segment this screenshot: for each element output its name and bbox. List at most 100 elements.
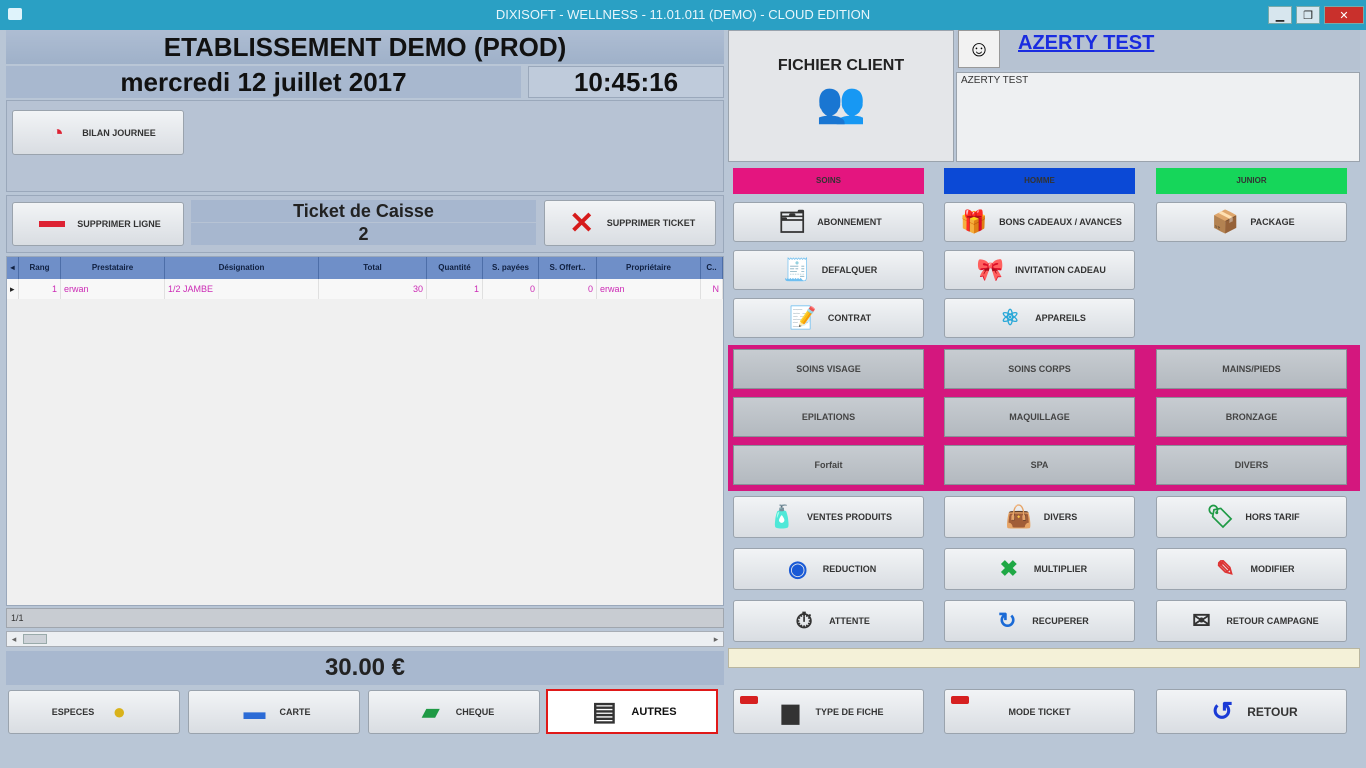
scroll-right-icon[interactable]: ▸	[709, 632, 723, 646]
grid-col-c[interactable]: C..	[701, 257, 723, 279]
hors-tarif-button[interactable]: 🏷 HORS TARIF	[1156, 496, 1347, 538]
coins-icon: ●	[112, 699, 126, 724]
ticket-grid[interactable]: ◂ Rang Prestataire Désignation Total Qua…	[6, 256, 724, 606]
payment-especes-button[interactable]: ESPECES ●	[8, 690, 180, 734]
grid-col-payees[interactable]: S. payées	[483, 257, 539, 279]
scroll-left-icon[interactable]: ◂	[7, 632, 21, 646]
grid-col-total[interactable]: Total	[319, 257, 427, 279]
mains-pieds-label: MAINS/PIEDS	[1222, 364, 1281, 374]
recuperer-button[interactable]: ↻ RECUPERER	[944, 600, 1135, 642]
close-icon[interactable]: ✕	[1324, 6, 1364, 24]
contrat-button[interactable]: 📝 CONTRAT	[733, 298, 924, 338]
products-icon: 🧴	[768, 504, 796, 529]
forfait-label: Forfait	[814, 460, 843, 470]
package-button[interactable]: 📦 PACKAGE	[1156, 202, 1347, 242]
payment-cheque-label: CHEQUE	[455, 707, 495, 717]
payment-autres-button[interactable]: ▤ AUTRES	[546, 689, 718, 734]
spa-button[interactable]: SPA	[944, 445, 1135, 485]
grid-col-quantite[interactable]: Quantité	[427, 257, 483, 279]
fichier-client-label: FICHIER CLIENT	[777, 57, 905, 74]
tab-soins[interactable]: SOINS	[733, 168, 924, 194]
window-title: DIXISOFT - WELLNESS - 11.01.011 (DEMO) -…	[495, 7, 871, 22]
hors-tarif-label: HORS TARIF	[1245, 512, 1300, 522]
bronzage-button[interactable]: BRONZAGE	[1156, 397, 1347, 437]
grid-col-offert[interactable]: S. Offert..	[539, 257, 597, 279]
payment-carte-button[interactable]: ▬ CARTE	[188, 690, 360, 734]
grid-col-designation[interactable]: Désignation	[165, 257, 319, 279]
divers-button[interactable]: 👜 DIVERS	[944, 496, 1135, 538]
delete-ticket-button[interactable]: ✕ SUPPRIMER TICKET	[544, 200, 716, 246]
client-info: AZERTY TEST	[956, 72, 1360, 162]
client-avatar-icon[interactable]: ☺	[958, 30, 1000, 68]
tab-homme[interactable]: HOMME	[944, 168, 1135, 194]
mode-ticket-button[interactable]: MODE TICKET	[944, 689, 1135, 734]
grid-col-prestataire[interactable]: Prestataire	[61, 257, 165, 279]
payment-cheque-button[interactable]: ▰ CHEQUE	[368, 690, 540, 734]
soins-corps-button[interactable]: SOINS CORPS	[944, 349, 1135, 389]
package-icon: 📦	[1211, 209, 1240, 234]
grid-col-rang[interactable]: Rang	[19, 257, 61, 279]
invitation-icon: 🎀	[976, 257, 1004, 282]
maquillage-button[interactable]: MAQUILLAGE	[944, 397, 1135, 437]
delete-ticket-label: SUPPRIMER TICKET	[606, 218, 696, 228]
grid-col-proprietaire[interactable]: Propriétaire	[597, 257, 701, 279]
invitation-cadeau-button[interactable]: 🎀 INVITATION CADEAU	[944, 250, 1135, 290]
message-bar	[728, 648, 1360, 668]
mains-pieds-button[interactable]: MAINS/PIEDS	[1156, 349, 1347, 389]
type-de-fiche-button[interactable]: ▆ TYPE DE FICHE	[733, 689, 924, 734]
payment-autres-label: AUTRES	[631, 705, 677, 718]
contrat-label: CONTRAT	[827, 313, 872, 323]
soins-visage-button[interactable]: SOINS VISAGE	[733, 349, 924, 389]
delete-line-button[interactable]: SUPPRIMER LIGNE	[12, 202, 184, 246]
client-name-link[interactable]: AZERTY TEST	[1018, 32, 1154, 55]
modifier-button[interactable]: ✎ MODIFIER	[1156, 548, 1347, 590]
maximize-icon[interactable]: ❐	[1296, 6, 1320, 24]
client-header	[956, 30, 1360, 70]
divers-soins-label: DIVERS	[1234, 460, 1269, 470]
appareils-label: APPAREILS	[1035, 313, 1086, 323]
cheque-icon: ▰	[422, 699, 440, 724]
horizontal-scrollbar[interactable]: ◂ ▸	[6, 631, 724, 647]
scroll-thumb[interactable]	[23, 634, 47, 644]
defalquer-button[interactable]: 🧾 DEFALQUER	[733, 250, 924, 290]
retour-label: RETOUR	[1247, 704, 1298, 719]
retour-button[interactable]: ↺ RETOUR	[1156, 689, 1347, 734]
bilan-journee-button[interactable]: ◔ BILAN JOURNEE	[12, 110, 184, 155]
table-row[interactable]: ▸ 1 erwan 1/2 JAMBE 30 1 0 0 erwan N	[7, 279, 723, 299]
divers-label: DIVERS	[1043, 512, 1078, 522]
invitation-cadeau-label: INVITATION CADEAU	[1015, 265, 1106, 275]
abonnement-button[interactable]: 🗂 ABONNEMENT	[733, 202, 924, 242]
appareils-button[interactable]: ⚛ APPAREILS	[944, 298, 1135, 338]
cell-payees: 0	[483, 279, 539, 299]
bronzage-label: BRONZAGE	[1225, 412, 1278, 422]
divers-soins-button[interactable]: DIVERS	[1156, 445, 1347, 485]
delete-x-icon: ✕	[569, 206, 595, 240]
tab-junior[interactable]: JUNIOR	[1156, 168, 1347, 194]
reduction-button[interactable]: ◉ REDUCTION	[733, 548, 924, 590]
epilations-label: EPILATIONS	[801, 412, 856, 422]
multiplier-button[interactable]: ✖ MULTIPLIER	[944, 548, 1135, 590]
cell-prestataire: erwan	[61, 279, 165, 299]
fichier-client-button[interactable]: FICHIER CLIENT 👥	[728, 30, 954, 162]
spa-label: SPA	[1030, 460, 1049, 470]
device-icon: ⚛	[1000, 305, 1020, 330]
campaign-icon: ✉	[1192, 608, 1211, 633]
minimize-icon[interactable]: ▁	[1268, 6, 1292, 24]
grid-header-select: ◂	[7, 257, 19, 279]
cell-c: N	[701, 279, 723, 299]
deduct-icon: 🧾	[783, 257, 811, 282]
type-de-fiche-label: TYPE DE FICHE	[815, 706, 884, 717]
attente-label: ATTENTE	[829, 616, 870, 626]
epilations-button[interactable]: EPILATIONS	[733, 397, 924, 437]
bons-cadeaux-button[interactable]: 🎁 BONS CADEAUX / AVANCES	[944, 202, 1135, 242]
modifier-label: MODIFIER	[1250, 564, 1295, 574]
attente-button[interactable]: ⏱ ATTENTE	[733, 600, 924, 642]
ventes-produits-button[interactable]: 🧴 VENTES PRODUITS	[733, 496, 924, 538]
abonnement-label: ABONNEMENT	[817, 217, 882, 227]
ticket-number: 2	[191, 223, 536, 245]
app-icon	[8, 8, 22, 20]
retour-campagne-button[interactable]: ✉ RETOUR CAMPAGNE	[1156, 600, 1347, 642]
forfait-button[interactable]: Forfait	[733, 445, 924, 485]
tab-soins-label: SOINS	[816, 176, 841, 185]
multiply-icon: ✖	[999, 556, 1019, 581]
